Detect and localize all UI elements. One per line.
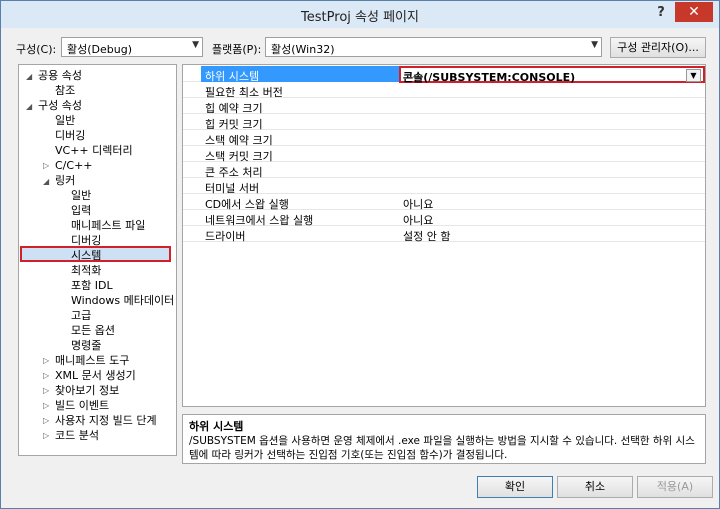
chevron-down-icon: ▼ (192, 40, 199, 50)
property-value: 설정 안 함 (403, 230, 451, 243)
apply-button[interactable]: 적용(A) (637, 476, 713, 498)
tree-item[interactable]: 구성 속성 (38, 98, 82, 113)
close-button[interactable]: ✕ (675, 2, 713, 22)
property-grid[interactable]: 하위 시스템 콘솔(/SUBSYSTEM:CONSOLE) ▼ 필요한 최소 버… (182, 64, 706, 407)
property-row-selected[interactable]: 하위 시스템 콘솔(/SUBSYSTEM:CONSOLE) ▼ (183, 66, 705, 84)
window-title: TestProj 속성 페이지 (301, 10, 419, 25)
description-title: 하위 시스템 (189, 420, 244, 433)
property-name: 드라이버 (205, 230, 246, 243)
settings-tree[interactable]: ◢ 공용 속성 참조 ◢ 구성 속성 일반 디버깅 VC++ 디렉터리 ▷ C/… (18, 64, 177, 456)
tree-item[interactable]: 참조 (55, 83, 75, 98)
tree-item[interactable]: 빌드 이벤트 (55, 398, 109, 413)
tree-item[interactable]: 코드 분석 (55, 428, 99, 443)
tree-item[interactable]: 매니페스트 파일 (71, 218, 145, 233)
tree-item-selected[interactable]: 시스템 (71, 248, 101, 263)
tree-item[interactable]: 디버깅 (55, 128, 85, 143)
ok-button[interactable]: 확인 (477, 476, 553, 498)
property-row[interactable]: 스택 예약 크기 (183, 130, 705, 147)
expand-arrow-icon[interactable]: ◢ (26, 72, 32, 81)
tree-item[interactable]: 명령줄 (71, 338, 101, 353)
property-pages-window: TestProj 속성 페이지 ? ✕ 구성(C): 활성(Debug) ▼ 플… (0, 0, 720, 509)
cancel-button[interactable]: 취소 (557, 476, 633, 498)
property-row[interactable]: 드라이버 설정 안 함 (183, 226, 705, 243)
collapsed-arrow-icon[interactable]: ▷ (43, 371, 49, 380)
description-panel: 하위 시스템 /SUBSYSTEM 옵션을 사용하면 운영 체제에서 .exe … (182, 414, 706, 464)
property-row[interactable]: 네트워크에서 스왑 실행 아니요 (183, 210, 705, 227)
collapsed-arrow-icon[interactable]: ▷ (43, 161, 49, 170)
tree-item[interactable]: 포함 IDL (71, 278, 113, 293)
tree-item[interactable]: 모든 옵션 (71, 323, 115, 338)
tree-item[interactable]: 사용자 지정 빌드 단계 (55, 413, 157, 428)
collapsed-arrow-icon[interactable]: ▷ (43, 401, 49, 410)
tree-item[interactable]: 일반 (71, 188, 91, 203)
help-button[interactable]: ? (651, 5, 671, 23)
tree-item[interactable]: XML 문서 생성기 (55, 368, 136, 383)
expand-arrow-icon[interactable]: ◢ (43, 177, 49, 186)
property-row[interactable]: 필요한 최소 버전 (183, 82, 705, 99)
platform-label: 플랫폼(P): (212, 43, 262, 56)
tree-item[interactable]: 입력 (71, 203, 91, 218)
config-dropdown[interactable]: 활성(Debug) ▼ (61, 37, 203, 57)
chevron-down-icon[interactable]: ▼ (686, 69, 701, 82)
property-row[interactable]: 힙 커밋 크기 (183, 114, 705, 131)
platform-value: 활성(Win32) (271, 43, 335, 56)
tree-item[interactable]: 일반 (55, 113, 75, 128)
tree-item[interactable]: VC++ 디렉터리 (55, 143, 133, 158)
tree-item[interactable]: 링커 (55, 173, 75, 188)
config-value: 활성(Debug) (67, 43, 132, 56)
tree-item[interactable]: 찾아보기 정보 (55, 383, 119, 398)
tree-item[interactable]: 매니페스트 도구 (55, 353, 129, 368)
tree-item[interactable]: 고급 (71, 308, 91, 323)
subsystem-value-dropdown[interactable]: 콘솔(/SUBSYSTEM:CONSOLE) ▼ (399, 66, 705, 84)
config-label: 구성(C): (16, 43, 57, 56)
config-manager-button[interactable]: 구성 관리자(O)... (610, 37, 706, 58)
tree-item[interactable]: Windows 메타데이터 (71, 293, 174, 308)
property-row[interactable]: CD에서 스왑 실행 아니요 (183, 194, 705, 211)
chevron-down-icon: ▼ (591, 40, 598, 50)
collapsed-arrow-icon[interactable]: ▷ (43, 356, 49, 365)
tree-item[interactable]: C/C++ (55, 158, 93, 173)
property-row[interactable]: 큰 주소 처리 (183, 162, 705, 179)
property-row[interactable]: 힙 예약 크기 (183, 98, 705, 115)
property-row[interactable]: 터미널 서버 (183, 178, 705, 195)
title-bar: TestProj 속성 페이지 ? ✕ (1, 1, 719, 28)
collapsed-arrow-icon[interactable]: ▷ (43, 416, 49, 425)
property-row[interactable]: 스택 커밋 크기 (183, 146, 705, 163)
platform-dropdown[interactable]: 활성(Win32) ▼ (265, 37, 602, 57)
tree-item[interactable]: 최적화 (71, 263, 101, 278)
tree-item[interactable]: 공용 속성 (38, 68, 82, 83)
collapsed-arrow-icon[interactable]: ▷ (43, 386, 49, 395)
description-text: /SUBSYSTEM 옵션을 사용하면 운영 체제에서 .exe 파일을 실행하… (189, 435, 695, 461)
tree-item[interactable]: 디버깅 (71, 233, 101, 248)
expand-arrow-icon[interactable]: ◢ (26, 102, 32, 111)
collapsed-arrow-icon[interactable]: ▷ (43, 431, 49, 440)
